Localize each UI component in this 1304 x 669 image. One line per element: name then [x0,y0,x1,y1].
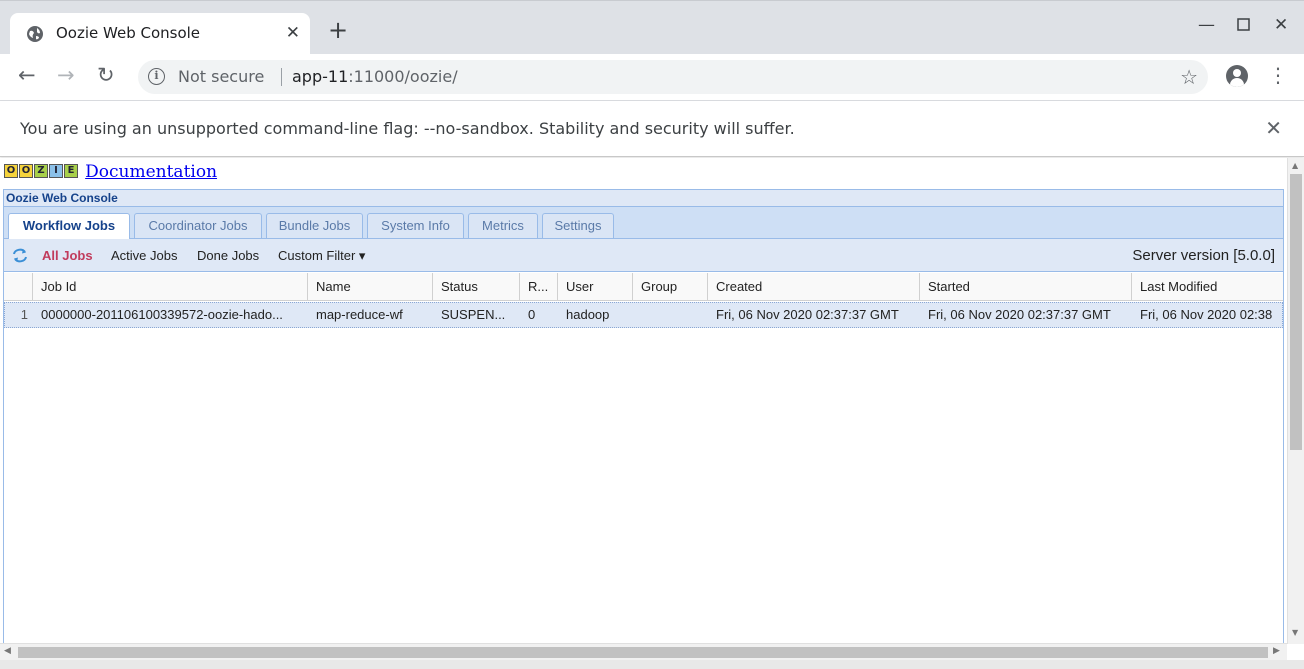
tab-coordinator-jobs[interactable]: Coordinator Jobs [134,213,262,238]
console-tab-bar: Workflow Jobs Coordinator Jobs Bundle Jo… [4,207,1283,239]
page-content: OOZIE Documentation Oozie Web Console Wo… [0,158,1304,669]
scroll-down-arrow-icon[interactable]: ▼ [1292,628,1298,637]
done-jobs-filter[interactable]: Done Jobs [197,248,259,263]
column-header-rownum [4,273,33,301]
console-title: Oozie Web Console [4,190,1283,207]
forward-arrow-icon[interactable]: → [57,65,75,86]
security-label: Not secure [178,67,265,86]
column-header-started[interactable]: Started [920,273,1132,301]
tab-metrics[interactable]: Metrics [468,213,538,238]
window-bottom-edge [0,660,1304,669]
all-jobs-filter[interactable]: All Jobs [42,248,93,263]
scroll-up-arrow-icon[interactable]: ▲ [1292,161,1298,170]
globe-icon [27,26,43,42]
address-bar[interactable]: i Not secure app-11:11000/oozie/ ☆ [138,60,1208,94]
cell-job-id: 0000000-201106100339572-oozie-hado... [41,307,283,322]
cell-user: hadoop [566,307,610,322]
infobar-message: You are using an unsupported command-lin… [20,119,795,138]
scroll-right-arrow-icon[interactable]: ▶ [1273,646,1280,656]
console-panel: Oozie Web Console Workflow Jobs Coordina… [3,189,1284,664]
new-tab-button[interactable]: + [328,18,348,42]
cell-status: SUSPEN... [441,307,506,322]
cell-group [633,303,708,327]
vertical-scroll-thumb[interactable] [1290,174,1302,450]
close-window-icon[interactable]: ✕ [1274,15,1288,35]
address-separator [281,68,282,86]
oozie-logo: OOZIE [4,162,79,178]
column-header-job-id[interactable]: Job Id [33,273,308,301]
browser-toolbar: ← → ↻ i Not secure app-11:11000/oozie/ ☆ [0,54,1304,101]
row-number: 1 [20,307,28,322]
warning-infobar: You are using an unsupported command-lin… [0,101,1304,157]
cell-name: map-reduce-wf [316,307,403,322]
close-tab-icon[interactable]: ✕ [286,23,300,43]
horizontal-scrollbar[interactable]: ◀ ▶ [0,643,1287,660]
maximize-window-icon[interactable] [1237,16,1250,36]
refresh-icon[interactable] [11,247,29,264]
column-header-status[interactable]: Status [433,273,520,301]
bookmark-star-icon[interactable]: ☆ [1180,65,1198,89]
active-jobs-filter[interactable]: Active Jobs [111,248,177,263]
server-version: Server version [5.0.0] [1132,247,1275,264]
tab-settings[interactable]: Settings [542,213,614,238]
browser-tab-title: Oozie Web Console [56,24,201,42]
cell-started: Fri, 06 Nov 2020 02:37:37 GMT [928,307,1111,322]
column-header-last-modified[interactable]: Last Modified [1132,273,1283,301]
infobar-close-icon[interactable]: ✕ [1265,116,1282,140]
browser-tab[interactable]: Oozie Web Console ✕ [10,13,310,55]
cell-created: Fri, 06 Nov 2020 02:37:37 GMT [716,307,899,322]
column-header-run[interactable]: R... [520,273,558,301]
column-header-created[interactable]: Created [708,273,920,301]
minimize-window-icon[interactable]: — [1198,15,1215,35]
column-header-name[interactable]: Name [308,273,433,301]
browser-tab-strip: Oozie Web Console ✕ + — ✕ [0,0,1304,55]
custom-filter-dropdown[interactable]: Custom Filter ▾ [278,248,365,264]
cell-run: 0 [528,307,536,322]
vertical-scrollbar[interactable]: ▲ ▼ [1287,158,1304,644]
jobs-toolbar: All Jobs Active Jobs Done Jobs Custom Fi… [4,239,1283,272]
logo-row: OOZIE Documentation [4,162,217,184]
tab-system-info[interactable]: System Info [367,213,464,238]
browser-menu-icon[interactable]: ⋮ [1268,64,1288,86]
reload-icon[interactable]: ↻ [97,65,115,86]
scroll-left-arrow-icon[interactable]: ◀ [4,646,11,656]
horizontal-scroll-thumb[interactable] [18,647,1268,658]
column-header-user[interactable]: User [558,273,633,301]
cell-last-modified: Fri, 06 Nov 2020 02:38 [1140,307,1273,322]
profile-avatar-icon[interactable] [1226,65,1248,87]
column-header-group[interactable]: Group [633,273,708,301]
table-row[interactable]: 1 0000000-201106100339572-oozie-hado... … [4,302,1283,328]
back-arrow-icon[interactable]: ← [18,65,36,86]
info-icon[interactable]: i [148,68,165,85]
jobs-grid-header: Job Id Name Status R... User Group Creat… [4,273,1283,301]
url-text[interactable]: app-11:11000/oozie/ [292,67,458,86]
documentation-link[interactable]: Documentation [85,162,217,182]
tab-workflow-jobs[interactable]: Workflow Jobs [8,213,130,239]
tab-bundle-jobs[interactable]: Bundle Jobs [266,213,363,238]
